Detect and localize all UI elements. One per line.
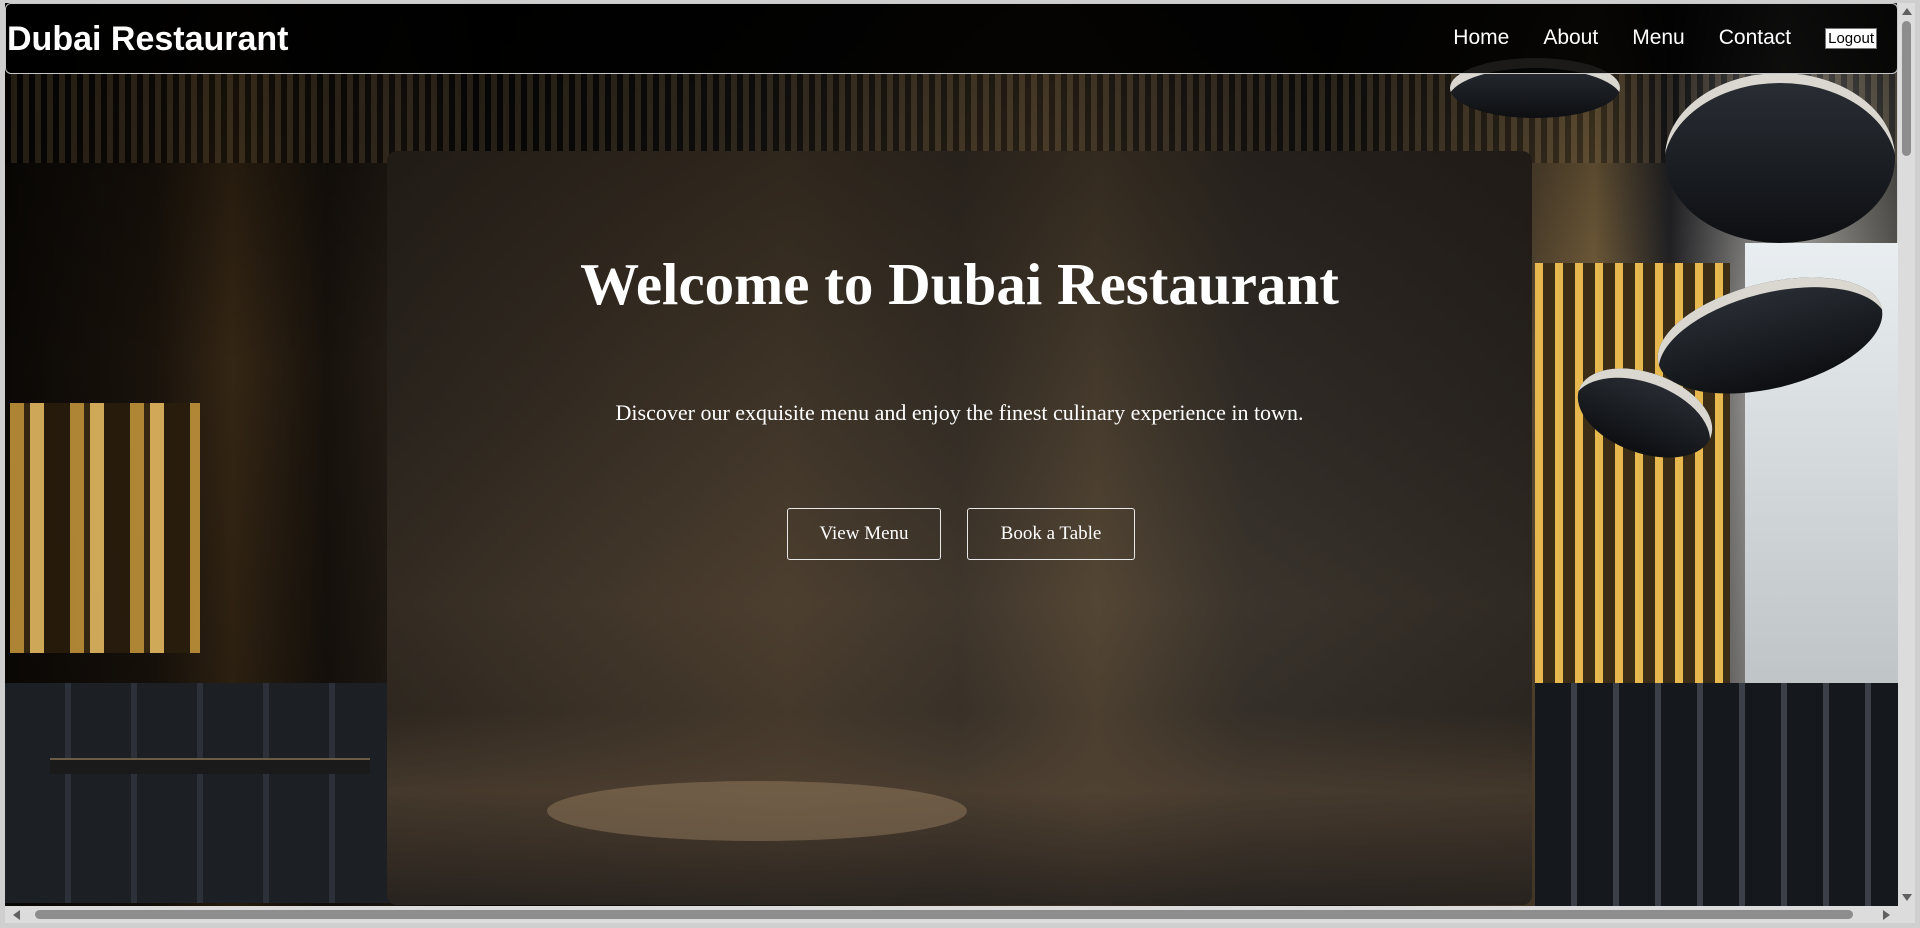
hero-actions: View Menu Book a Table xyxy=(787,508,1135,560)
nav-about-link[interactable]: About xyxy=(1543,26,1598,50)
nav-links: Home About Menu Contact Logout xyxy=(1453,26,1877,50)
view-menu-button[interactable]: View Menu xyxy=(787,508,941,560)
logout-button[interactable]: Logout xyxy=(1825,27,1877,49)
nav-menu-link[interactable]: Menu xyxy=(1632,26,1685,50)
book-table-button[interactable]: Book a Table xyxy=(967,508,1135,560)
blurred-table xyxy=(547,781,967,841)
vertical-scrollbar[interactable] xyxy=(1898,3,1915,906)
scrollbar-corner xyxy=(1898,906,1915,923)
top-navbar: Dubai Restaurant Home About Menu Contact… xyxy=(5,3,1898,74)
dining-table-left xyxy=(50,758,370,774)
brand-logo[interactable]: Dubai Restaurant xyxy=(7,20,289,59)
pendant-lamp xyxy=(1665,73,1895,243)
wine-shelf xyxy=(10,403,200,653)
scroll-right-arrow-icon[interactable] xyxy=(1883,910,1890,920)
nav-home-link[interactable]: Home xyxy=(1453,26,1509,50)
scroll-up-arrow-icon[interactable] xyxy=(1902,8,1912,15)
horizontal-scrollbar[interactable] xyxy=(5,906,1898,923)
nav-contact-link[interactable]: Contact xyxy=(1719,26,1791,50)
scroll-left-arrow-icon[interactable] xyxy=(13,910,20,920)
hero-title: Welcome to Dubai Restaurant xyxy=(580,251,1339,317)
browser-viewport: Welcome to Dubai Restaurant Discover our… xyxy=(0,0,1920,928)
vertical-scroll-thumb[interactable] xyxy=(1902,21,1911,156)
horizontal-scroll-thumb[interactable] xyxy=(35,910,1853,919)
booth-seating-left xyxy=(5,683,395,903)
booth-seating-right xyxy=(1535,683,1905,908)
scroll-down-arrow-icon[interactable] xyxy=(1902,894,1912,901)
hero-subtitle: Discover our exquisite menu and enjoy th… xyxy=(615,400,1304,425)
